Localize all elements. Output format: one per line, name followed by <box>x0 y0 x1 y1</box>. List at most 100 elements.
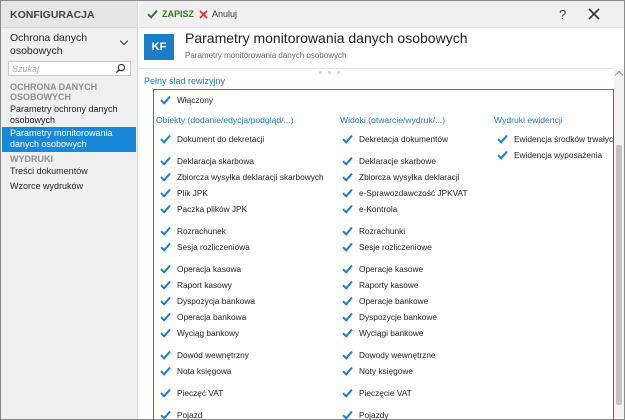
checkbox-item[interactable]: e-Kontrola <box>342 203 397 215</box>
checkbox-item[interactable]: Nota księgowa <box>160 365 231 377</box>
checkbox-label: Wyciąg bankowy <box>177 328 240 338</box>
checkmark-icon <box>160 204 171 214</box>
help-button[interactable]: ? <box>559 7 566 22</box>
checkbox-item[interactable]: Sesja rozliczeniowa <box>160 241 250 253</box>
sidebar-item-tresci-dokumentow[interactable]: Treści dokumentów <box>2 166 136 177</box>
close-icon[interactable] <box>586 6 602 22</box>
cancel-button[interactable]: Anuluj <box>199 9 237 19</box>
checkbox-item[interactable]: Dowód wewnętrzny <box>160 349 249 361</box>
checkmark-icon <box>160 264 171 274</box>
checkbox-item[interactable]: Wyciągi bankowe <box>342 327 424 339</box>
checkbox-item[interactable]: Dyspozycja bankowa <box>160 295 255 307</box>
sidebar-item-wzorce-wydrukow[interactable]: Wzorce wydruków <box>2 181 136 192</box>
checkbox-label: Operacja kasowa <box>177 264 242 274</box>
checkbox-label: Włączony <box>177 95 213 105</box>
checkbox-label: Sesje rozliczeniowe <box>359 242 432 252</box>
checkbox-label: Sesja rozliczeniowa <box>177 242 250 252</box>
checkbox-item[interactable]: Operacje kasowe <box>342 263 423 275</box>
checkbox-item[interactable]: Noty księgowe <box>342 365 413 377</box>
checkbox-item[interactable]: Plik JPK <box>160 187 208 199</box>
checkbox-item[interactable]: Pieczęcie VAT <box>342 387 412 399</box>
checkmark-icon <box>160 366 171 376</box>
checkbox-label: Deklaracja skarbowa <box>177 156 255 166</box>
checkbox-item[interactable]: Pojazd <box>160 409 202 420</box>
checkbox-item[interactable]: e-Sprawozdawczość JPKVAT <box>342 187 468 199</box>
audit-trail-panel: Włączony Obiekty (dodanie/edycja/podgląd… <box>153 89 618 420</box>
checkbox-label: Dyspozycja bankowa <box>177 296 255 306</box>
checkmark-icon <box>342 226 353 236</box>
column-header-reports: Wydruki ewidencji <box>494 115 563 125</box>
checkmark-icon <box>342 264 353 274</box>
checkbox-enabled[interactable]: Włączony <box>160 94 213 106</box>
checkbox-item[interactable]: Operacja bankowa <box>160 311 246 323</box>
checkbox-label: Rozrachunek <box>177 226 226 236</box>
module-selector-label: Ochrona danych osobowych <box>10 32 88 57</box>
checkbox-item[interactable]: Raport kasowy <box>160 279 232 291</box>
sidebar-item-parametry-ochrony[interactable]: Parametry ochrony danych osobowych <box>2 104 136 127</box>
checkmark-icon <box>160 410 171 420</box>
checkbox-item[interactable]: Pieczęć VAT <box>160 387 223 399</box>
checkmark-icon <box>342 350 353 360</box>
scrollbar[interactable] <box>614 69 624 419</box>
checkmark-icon <box>160 188 171 198</box>
scrollbar-thumb[interactable] <box>616 145 622 405</box>
checkbox-item[interactable]: Ewidencja wyposażenia <box>497 149 602 161</box>
checkbox-item[interactable]: Paczka plików JPK <box>160 203 247 215</box>
checkbox-item[interactable]: Dyspozycje bankowe <box>342 311 437 323</box>
checkbox-label: Noty księgowe <box>359 366 413 376</box>
checkbox-label: Operacje bankowe <box>359 296 429 306</box>
checkbox-item[interactable]: Operacja kasowa <box>160 263 241 275</box>
checkbox-item[interactable]: Pojazdy <box>342 409 389 420</box>
checkmark-icon <box>342 242 353 252</box>
checkbox-item[interactable]: Dowody wewnętrzne <box>342 349 436 361</box>
scroll-up-icon[interactable] <box>614 70 624 80</box>
column-header-views: Widoki (otwarcie/wydruk/...) <box>340 115 446 125</box>
checkbox-item[interactable]: Operacje bankowe <box>342 295 428 307</box>
checkbox-item[interactable]: Zbiorcza wysyłka deklaracji <box>342 171 460 183</box>
checkbox-item[interactable]: Deklaracje skarbowe <box>342 155 436 167</box>
module-icon: KF <box>144 34 174 60</box>
search-input[interactable] <box>9 62 109 75</box>
module-selector[interactable]: Ochrona danych osobowych <box>1 29 137 62</box>
checkmark-icon <box>342 296 353 306</box>
checkmark-icon <box>342 410 353 420</box>
search-box[interactable] <box>8 61 131 76</box>
sidebar-header: KONFIGURACJA <box>1 1 137 28</box>
checkbox-label: Plik JPK <box>177 188 208 198</box>
search-icon[interactable] <box>115 63 126 74</box>
checkbox-item[interactable]: Zbiorcza wysyłka deklaracji skarbowych <box>160 171 324 183</box>
checkmark-icon <box>342 172 353 182</box>
checkbox-item[interactable]: Dokument do dekretacji <box>160 133 264 145</box>
chevron-down-icon <box>119 36 129 46</box>
checkbox-item[interactable]: Dekretacja dokumentów <box>342 133 448 145</box>
checkbox-label: Nota księgowa <box>177 366 232 376</box>
checkbox-item[interactable]: Sesje rozliczeniowe <box>342 241 432 253</box>
checkbox-item[interactable]: Raporty kasowe <box>342 279 419 291</box>
checkmark-icon <box>160 296 171 306</box>
checkbox-label: e-Kontrola <box>359 204 398 214</box>
checkbox-item[interactable]: Rozrachunki <box>342 225 405 237</box>
checkbox-label: Ewidencja środków trwałych <box>514 134 618 144</box>
checkbox-label: Zbiorcza wysyłka deklaracji skarbowych <box>177 172 324 182</box>
checkmark-icon <box>342 204 353 214</box>
checkbox-item[interactable]: Rozrachunek <box>160 225 226 237</box>
toolbar: ZAPISZ Anuluj ? <box>139 1 624 28</box>
page-title: Parametry monitorowania danych osobowych <box>185 30 468 46</box>
checkbox-item[interactable]: Wyciąg bankowy <box>160 327 239 339</box>
checkbox-item[interactable]: Ewidencja środków trwałych <box>497 133 618 145</box>
checkbox-item[interactable]: Deklaracja skarbowa <box>160 155 254 167</box>
collapse-handle[interactable] <box>319 71 341 74</box>
checkmark-icon <box>160 242 171 252</box>
save-button[interactable]: ZAPISZ <box>147 9 194 19</box>
checkmark-icon <box>342 134 353 144</box>
sidebar-item-parametry-monitorowania[interactable]: Parametry monitorowania danych osobowych <box>2 127 136 152</box>
checkbox-label: Zbiorcza wysyłka deklaracji <box>359 172 460 182</box>
sidebar: KONFIGURACJA Ochrona danych osobowych OC… <box>1 1 138 419</box>
section-label: Pełny ślad rewizyjny <box>144 76 226 86</box>
checkbox-label: Deklaracje skarbowe <box>359 156 437 166</box>
checkmark-icon <box>342 388 353 398</box>
checkbox-label: Operacja bankowa <box>177 312 247 322</box>
checkbox-label: Pojazdy <box>359 410 389 420</box>
checkbox-label: Raporty kasowe <box>359 280 419 290</box>
checkmark-icon <box>147 9 158 19</box>
